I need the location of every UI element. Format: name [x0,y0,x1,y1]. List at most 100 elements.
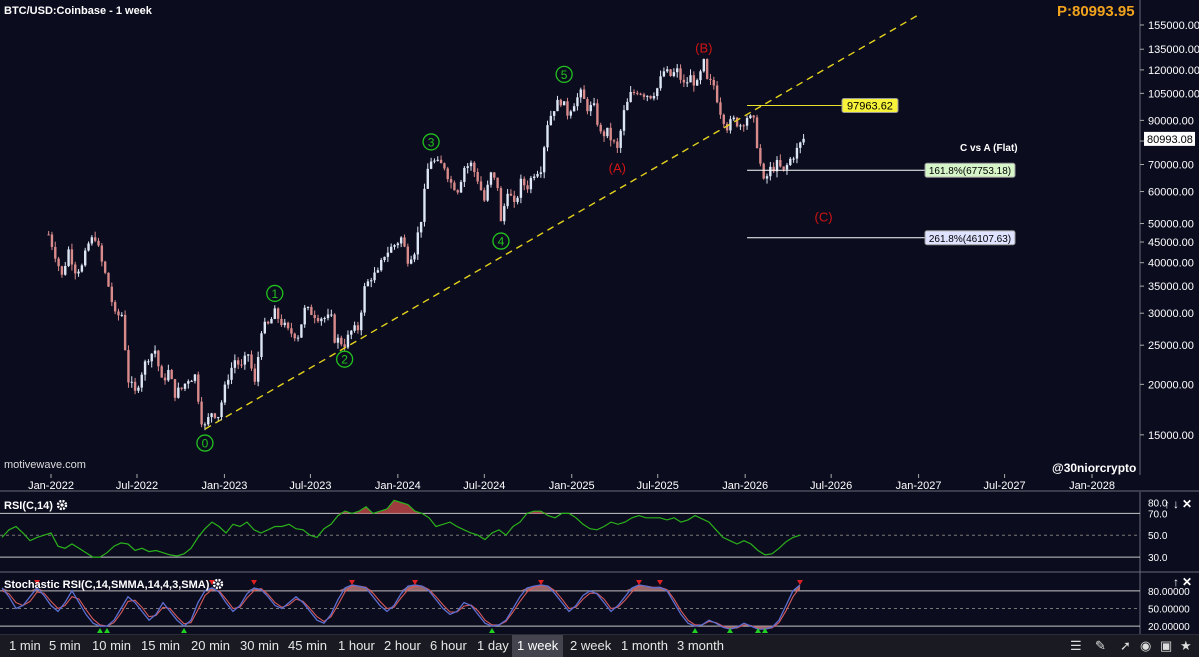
candle-body [93,237,97,241]
candle-body [356,325,360,331]
chart-window: 97963.62 161.8%(67753.18) 261.8%(46107.63)… [0,0,1199,657]
candle-body [649,95,652,99]
y-tick-label: 30000.00 [1148,308,1194,320]
candle-body [659,76,662,89]
timeframe-button[interactable]: 1 week [512,635,564,657]
menu-icon[interactable]: ☰ [1070,638,1082,654]
candle-body [689,75,692,83]
sell-arrow-icon [636,580,642,585]
overlay-layer: 97963.62 161.8%(67753.18) 261.8%(46107.63)… [0,13,1140,633]
watermark: motivewave.com [4,459,86,471]
candle-body [755,117,759,149]
candle-body [769,166,772,177]
candle-body [576,97,579,107]
candle-body [526,185,529,190]
timeframe-button[interactable]: 1 hour [333,635,380,657]
candle-body [799,142,802,148]
timeframe-button[interactable]: 6 hour [425,635,472,657]
candle-body [453,182,456,191]
candle-body [117,311,120,316]
candle-body [100,245,104,262]
candle-body [782,166,785,170]
candle-body [695,80,699,86]
candle-body [273,308,276,319]
candle-body [346,334,350,348]
timeframe-button[interactable]: 1 month [616,635,673,657]
y-tick-label: 155000.00 [1148,20,1199,32]
candle-body [709,78,712,80]
gear-icon[interactable] [212,578,224,590]
x-tick-label: Jul-2024 [463,480,505,492]
candle-body [366,281,370,287]
candle-body [147,361,150,363]
timeframe-button[interactable]: 2 hour [379,635,426,657]
candle-body [523,178,526,186]
candle-body [745,118,749,126]
candle-body [413,254,416,260]
candle-body [639,93,642,95]
timeframe-button[interactable]: 45 min [283,635,332,657]
candle-body [64,266,67,275]
candle-body [283,322,286,326]
candle-body [97,240,100,246]
candle-body [173,379,177,398]
candle-body [336,337,340,343]
candle-body [582,89,586,99]
timeframe-button[interactable]: 15 min [136,635,185,657]
stoch-tick-label: 50.00000 [1148,604,1190,615]
candle-body [290,328,293,334]
rsi-panel-controls[interactable]: ↑↓✕ [1164,497,1195,511]
candle-body [632,92,636,94]
candle-body [80,265,84,272]
candle-body [127,349,130,383]
candle-body [293,333,296,339]
candle-body [705,59,709,79]
timeframe-button[interactable]: 20 min [186,635,235,657]
candle-body [516,197,519,202]
grid-layer [0,0,1199,634]
candle-body [103,261,107,273]
candle-body [376,270,380,273]
candle-body [429,161,433,169]
candle-body [276,308,280,319]
price-chart[interactable]: 97963.62 161.8%(67753.18) 261.8%(46107.63)… [0,0,1199,634]
x-tick-label: Jul-2022 [116,480,158,492]
timeframe-button[interactable]: 30 min [235,635,284,657]
star-icon[interactable]: ★ [1180,638,1192,654]
candle-body [266,321,270,324]
gear-icon[interactable] [56,499,68,511]
timeframe-button[interactable]: 3 month [672,635,729,657]
rsi-tick-label: 30.0 [1148,553,1168,564]
timeframe-button[interactable]: 5 min [44,635,86,657]
candle-body [702,59,706,72]
timeframe-button[interactable]: 10 min [87,635,136,657]
candle-body [180,387,183,389]
wave-label: 3 [428,135,435,149]
stoch-tick-label: 20.00000 [1148,622,1190,633]
candle-body [233,360,237,368]
timeframe-button[interactable]: 1 day [472,635,514,657]
x-tick-label: Jan-2023 [201,480,247,492]
wave-label: 2 [341,353,348,367]
candle-body [193,374,197,381]
candle-body [326,314,330,319]
eye-icon[interactable]: ◉ [1140,638,1151,654]
candle-body [652,96,656,99]
candle-body [153,350,157,354]
candle-body [596,103,599,125]
candle-body [190,380,193,382]
candle-body [436,159,439,161]
y-tick-label: 60000.00 [1148,187,1194,199]
candle-body [50,234,54,247]
candle-body [426,168,429,189]
timeframe-button[interactable]: 1 min [4,635,46,657]
timeframe-button[interactable]: 2 week [565,635,616,657]
cursor-icon[interactable]: ➚ [1120,638,1131,654]
rsi-tick-label: 70.0 [1148,509,1168,520]
stoch-panel-controls[interactable]: ↑✕ [1173,575,1195,589]
candle-body [446,168,449,180]
pencil-icon[interactable]: ✎ [1095,638,1106,654]
candle-body [559,99,563,106]
candle-body [386,252,390,257]
lock-icon[interactable]: ▣ [1160,638,1172,654]
